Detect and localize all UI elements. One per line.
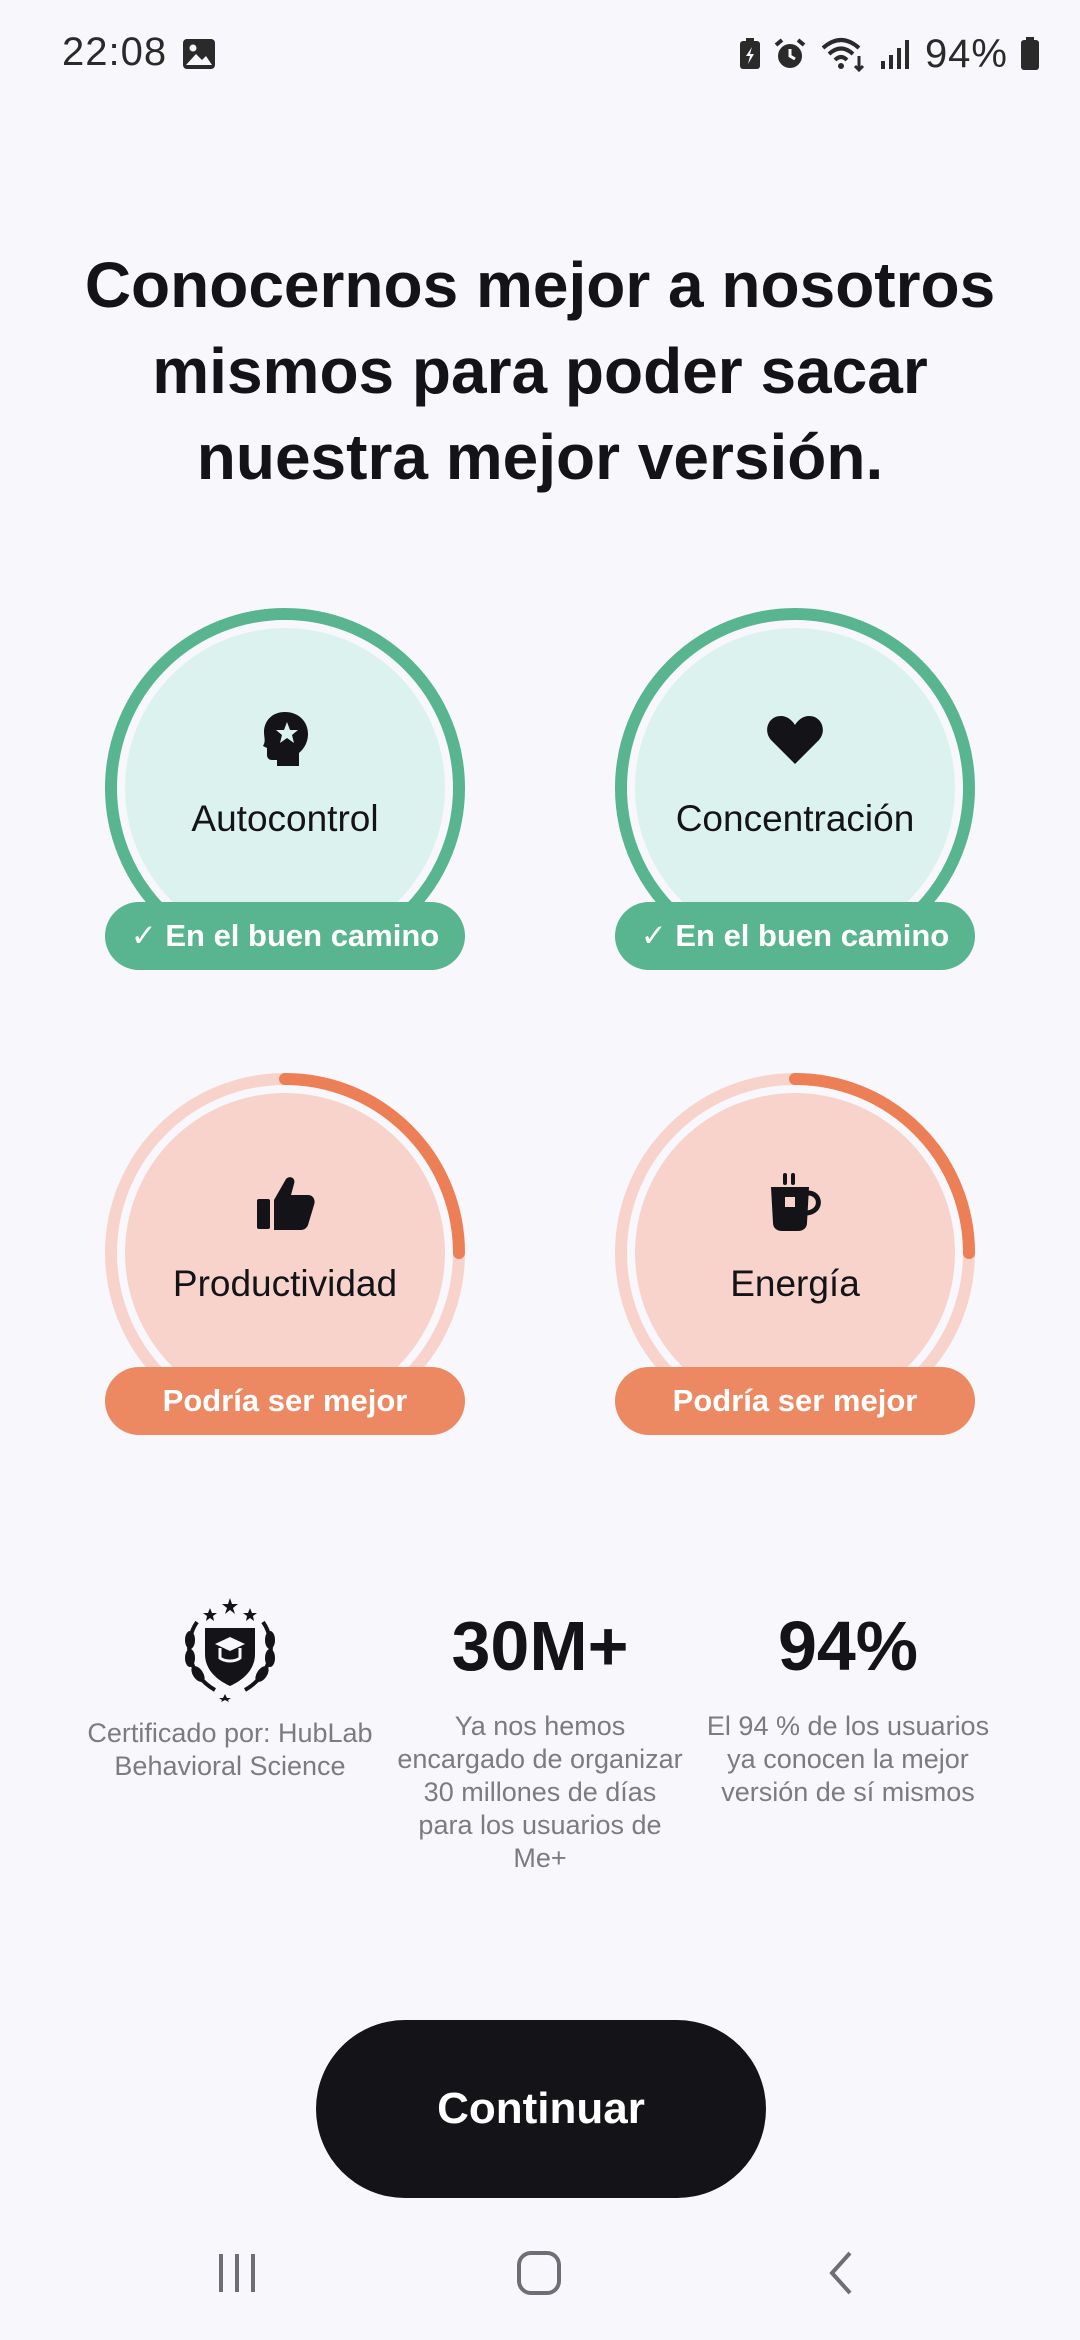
users-text: El 94 % de los usuarios ya conocen la me… — [706, 1711, 990, 1807]
gallery-icon — [183, 39, 215, 69]
card-label: Autocontrol — [191, 798, 379, 839]
card-concentracion[interactable]: Concentración ✓ En el buen camino — [605, 598, 985, 998]
laurel-crest-icon — [185, 1598, 275, 1702]
status-badge: ✓ En el buen camino — [615, 902, 975, 970]
users-value: 94% — [777, 1607, 919, 1685]
heart-icon — [767, 716, 823, 764]
battery-icon — [1021, 37, 1039, 70]
screen: 22:08 94% Conocernos mejor a nosotros mi… — [0, 0, 1080, 2340]
card-circle — [635, 1093, 955, 1413]
continue-button[interactable]: Continuar — [316, 2020, 766, 2198]
recents-icon[interactable] — [215, 2250, 259, 2296]
navigation-bar — [0, 2210, 1080, 2340]
card-productividad[interactable]: Productividad Podría ser mejor — [95, 1063, 475, 1463]
days-value: 30M+ — [451, 1607, 629, 1685]
head-star-icon — [263, 712, 308, 766]
thumbs-up-icon — [257, 1177, 315, 1230]
card-circle — [125, 1093, 445, 1413]
battery-percentage: 94% — [924, 31, 1008, 76]
card-circle — [635, 628, 955, 948]
signal-icon — [880, 40, 909, 69]
card-label: Concentración — [675, 798, 915, 839]
wifi-icon — [821, 38, 864, 72]
card-circle — [125, 628, 445, 948]
coffee-cup-icon — [771, 1173, 821, 1231]
home-icon[interactable] — [516, 2250, 562, 2296]
status-badge: Podría ser mejor — [105, 1367, 465, 1435]
status-badge: Podría ser mejor — [615, 1367, 975, 1435]
days-text: Ya nos hemos encargado de organizar 30 m… — [397, 1711, 683, 1873]
card-autocontrol[interactable]: Autocontrol ✓ En el buen camino — [95, 598, 475, 998]
stat-days: 30M+ Ya nos hemos encargado de organizar… — [395, 1606, 685, 1875]
card-label: Energía — [730, 1263, 860, 1304]
stat-users: 94% El 94 % de los usuarios ya conocen l… — [703, 1606, 993, 1809]
status-time: 22:08 — [62, 30, 168, 74]
status-icons: 94% — [739, 32, 1040, 76]
certified-text: Certificado por: HubLab Behavioral Scien… — [87, 1718, 373, 1781]
alarm-icon — [774, 38, 806, 68]
back-icon[interactable] — [826, 2250, 856, 2296]
card-energia[interactable]: Energía Podría ser mejor — [605, 1063, 985, 1463]
card-label: Productividad — [172, 1263, 398, 1304]
headline: Conocernos mejor a nosotros mismos para … — [84, 249, 996, 493]
battery-saver-icon — [739, 38, 760, 69]
status-bar: 22:08 94% — [0, 0, 1080, 110]
stat-certified: Certificado por: HubLab Behavioral Scien… — [85, 1717, 375, 1783]
status-badge: ✓ En el buen camino — [105, 902, 465, 970]
